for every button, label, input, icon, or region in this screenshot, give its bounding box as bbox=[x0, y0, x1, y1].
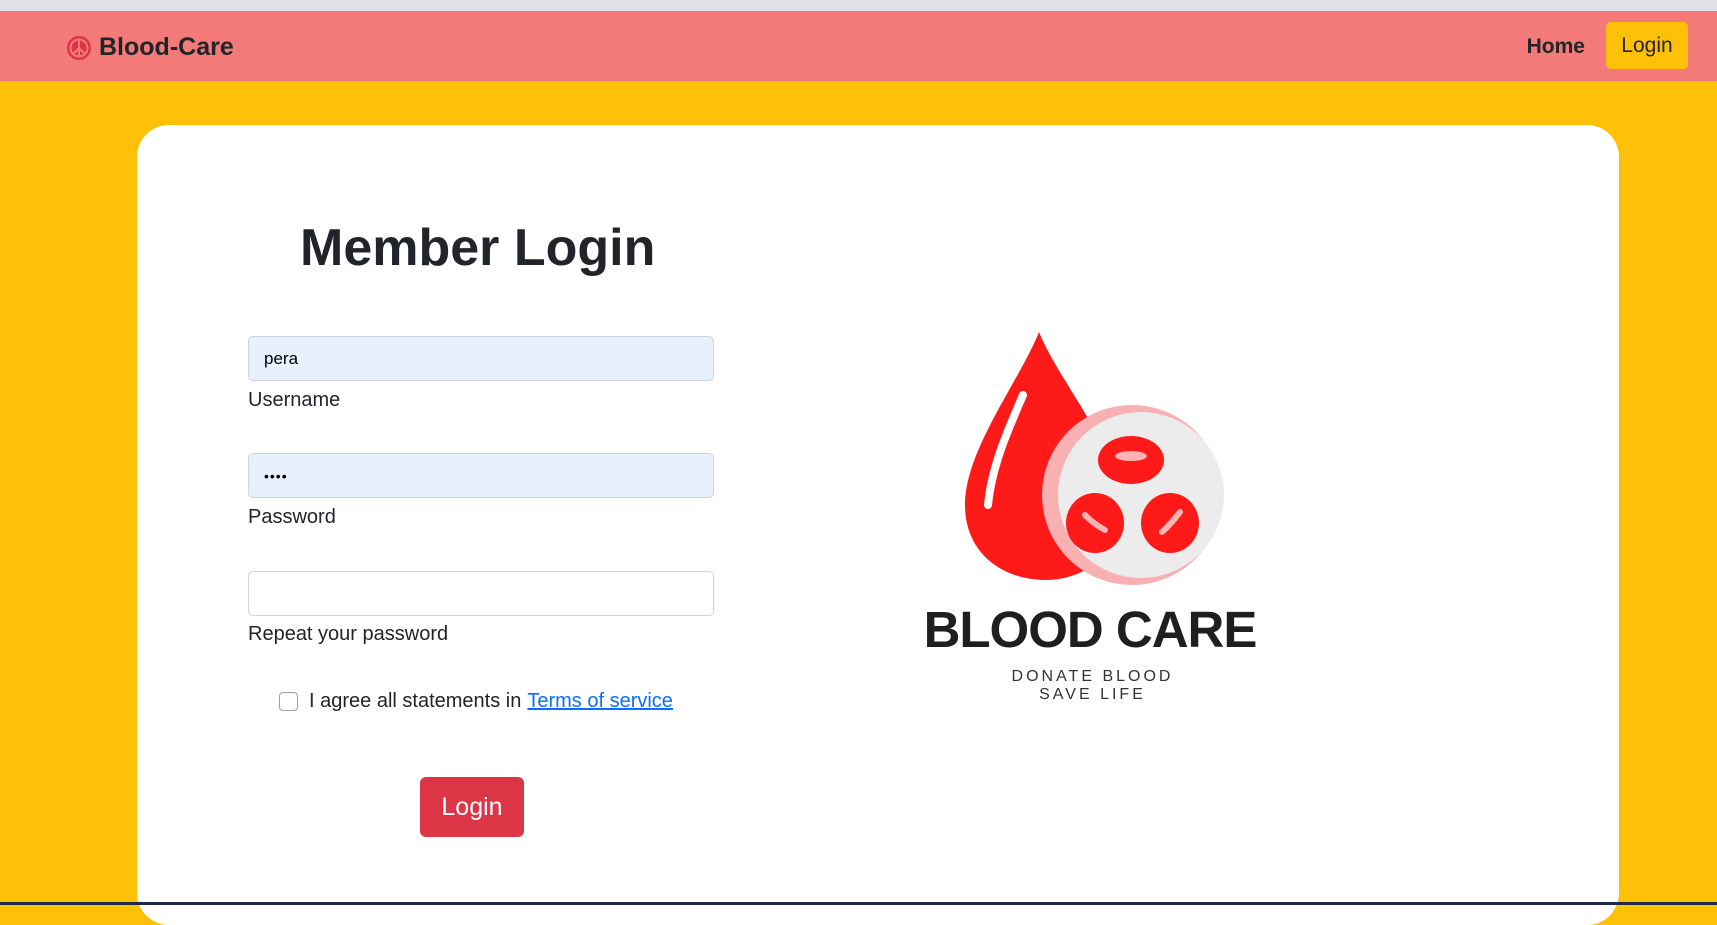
password-label: Password bbox=[248, 506, 336, 528]
password-value: •••• bbox=[264, 467, 288, 484]
logo-name: BLOOD CARE bbox=[923, 601, 1258, 658]
login-submit-button[interactable]: Login bbox=[420, 777, 524, 837]
browser-top-strip bbox=[0, 0, 1717, 11]
username-value: pera bbox=[264, 348, 299, 368]
terms-row: I agree all statements in Terms of servi… bbox=[279, 690, 673, 713]
terms-agree-text: I agree all statements in bbox=[309, 690, 522, 712]
brand-name: Blood-Care bbox=[99, 33, 234, 61]
page-title: Member Login bbox=[300, 219, 656, 277]
logo-tagline-1: DONATE BLOOD bbox=[1011, 668, 1174, 685]
repeat-password-input[interactable] bbox=[248, 571, 714, 616]
brand[interactable]: Blood-Care bbox=[66, 33, 234, 62]
peace-icon bbox=[67, 35, 91, 60]
username-input[interactable]: pera bbox=[248, 336, 714, 381]
blood-care-logo-icon bbox=[965, 332, 1224, 585]
nav-login-button[interactable]: Login bbox=[1606, 22, 1688, 69]
username-label: Username bbox=[248, 389, 341, 411]
nav-home-link[interactable]: Home bbox=[1527, 35, 1585, 59]
password-input[interactable]: •••• bbox=[248, 453, 714, 498]
logo-tagline-2: SAVE LIFE bbox=[1039, 686, 1146, 703]
repeat-password-label: Repeat your password bbox=[248, 623, 449, 645]
terms-of-service-link[interactable]: Terms of service bbox=[527, 690, 673, 713]
navbar: Blood-Care Home Login bbox=[0, 11, 1717, 81]
terms-checkbox[interactable] bbox=[279, 692, 298, 711]
